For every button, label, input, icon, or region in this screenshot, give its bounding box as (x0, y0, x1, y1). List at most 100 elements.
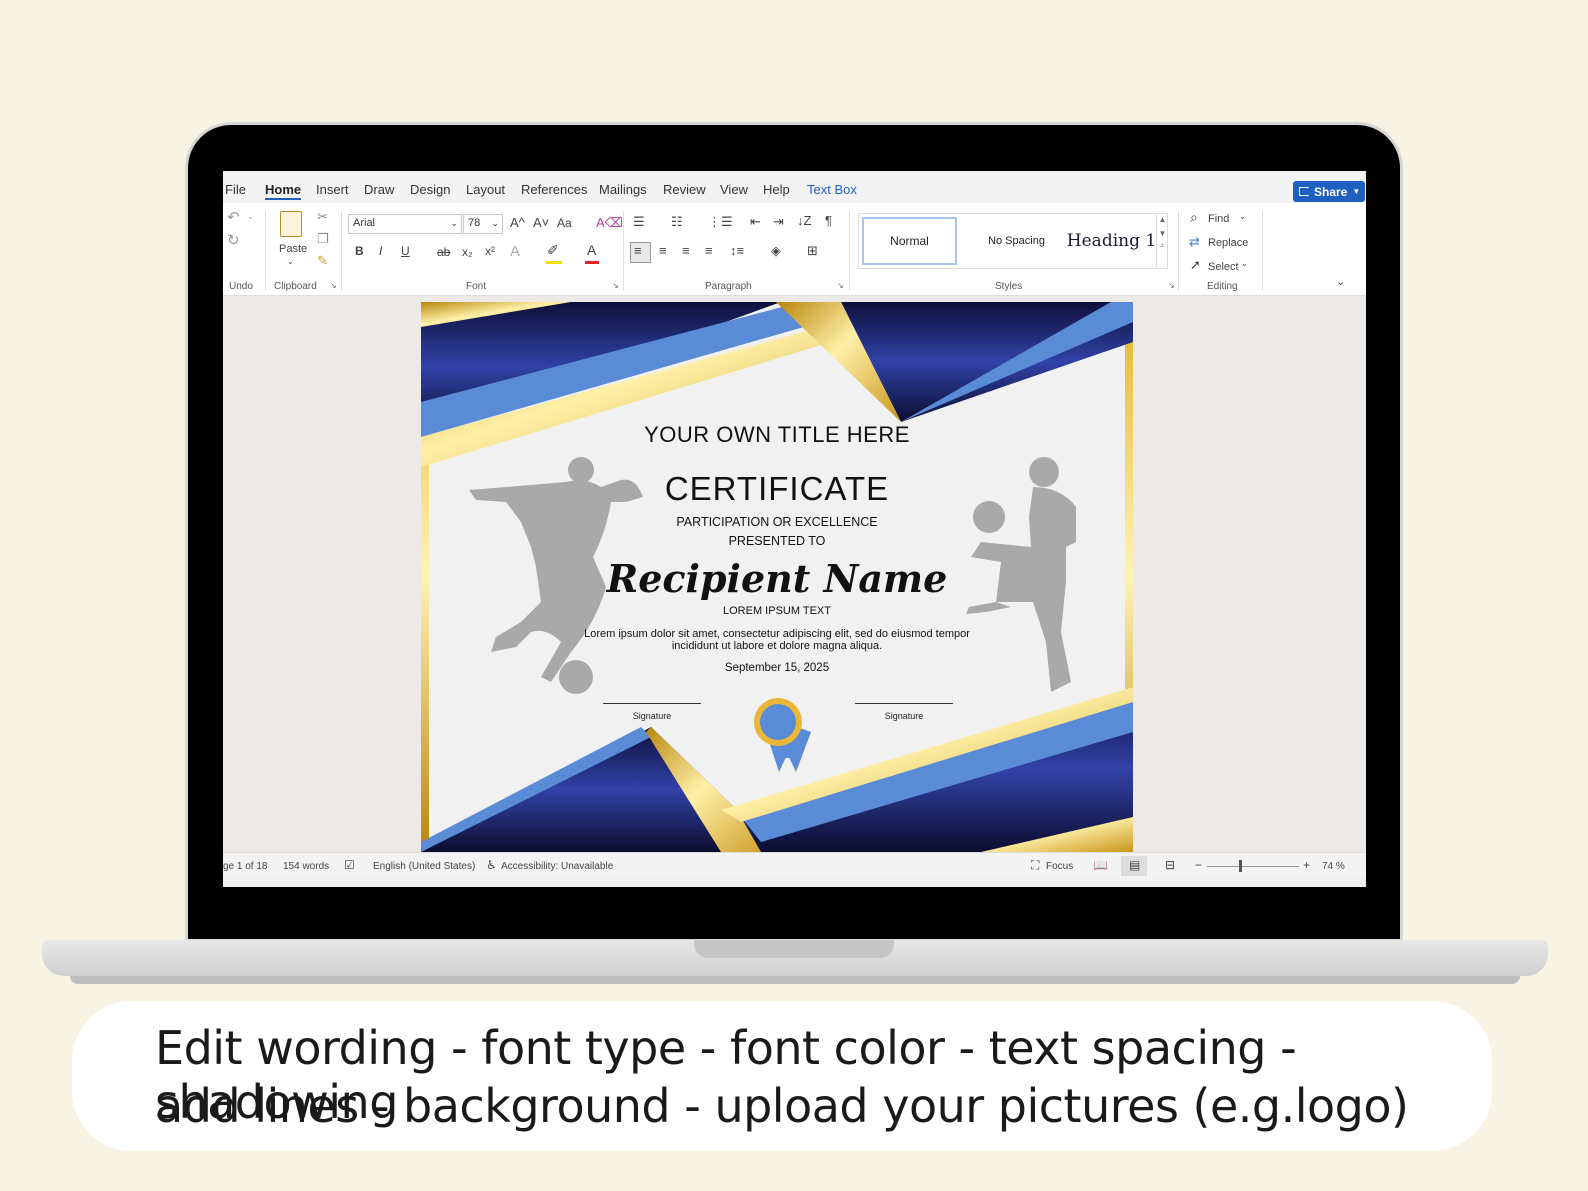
certificate-date[interactable]: September 15, 2025 (421, 662, 1133, 674)
select-icon[interactable]: ➚ (1190, 257, 1201, 273)
dialog-launcher-icon[interactable]: ↘ (612, 281, 619, 290)
bullets-icon[interactable]: ☰ (633, 214, 645, 230)
chevron-down-icon[interactable]: ⌄ (1241, 259, 1248, 268)
borders-icon[interactable]: ⊞ (807, 243, 818, 259)
text-effects-icon[interactable]: A (510, 243, 520, 260)
tab-file[interactable]: File (225, 182, 246, 197)
status-bar: ge 1 of 18 154 words ☑ English (United S… (223, 852, 1366, 878)
divider (623, 211, 624, 291)
tab-references[interactable]: References (521, 182, 587, 197)
proofing-icon[interactable]: ☑ (344, 858, 355, 872)
language-status[interactable]: English (United States) (373, 861, 475, 872)
tab-help[interactable]: Help (763, 182, 790, 197)
superscript-icon[interactable]: x² (485, 244, 495, 258)
tab-home[interactable]: Home (265, 182, 302, 200)
certificate-title[interactable]: YOUR OWN TITLE HERE (421, 422, 1133, 448)
chevron-down-icon[interactable]: ⌄ (1239, 212, 1246, 221)
cut-icon[interactable]: ✂ (317, 209, 328, 225)
copy-icon[interactable]: ❐ (317, 231, 329, 247)
decrease-indent-icon[interactable]: ⇤ (750, 214, 761, 230)
zoom-slider[interactable] (1207, 866, 1299, 867)
tab-view[interactable]: View (720, 182, 748, 197)
subscript-icon[interactable]: x₂ (462, 245, 473, 259)
scroll-up-icon[interactable]: ▲ (1157, 215, 1168, 224)
highlight-icon[interactable]: ✐ (547, 242, 559, 259)
dialog-launcher-icon[interactable]: ↘ (837, 281, 844, 290)
chevron-down-icon[interactable]: ⌄ (247, 212, 254, 221)
paste-button[interactable]: Paste (279, 243, 307, 255)
page-count[interactable]: ge 1 of 18 (223, 861, 267, 872)
chevron-down-icon[interactable]: ⌄ (287, 257, 294, 266)
dialog-launcher-icon[interactable]: ↘ (330, 281, 337, 290)
strikethrough-button[interactable]: ab (437, 245, 450, 259)
more-styles-icon[interactable]: ⩡ (1157, 241, 1168, 251)
tab-layout[interactable]: Layout (466, 182, 505, 197)
scroll-down-icon[interactable]: ▼ (1157, 229, 1168, 238)
certificate-subtitle[interactable]: PARTICIPATION OR EXCELLENCE (421, 515, 1133, 529)
focus-button[interactable]: Focus (1046, 861, 1073, 872)
zoom-slider-thumb[interactable] (1239, 860, 1242, 872)
tab-insert[interactable]: Insert (316, 182, 349, 197)
format-painter-icon[interactable]: ✎ (317, 253, 328, 269)
underline-button[interactable]: U (401, 244, 410, 258)
tab-mailings[interactable]: Mailings (599, 182, 647, 197)
change-case-icon[interactable]: Aa (557, 216, 572, 230)
tab-review[interactable]: Review (663, 182, 706, 197)
tab-text-box[interactable]: Text Box (807, 182, 857, 197)
shrink-font-icon[interactable]: A˅ (533, 215, 549, 230)
increase-indent-icon[interactable]: ⇥ (773, 214, 784, 230)
font-size-select[interactable]: 78 ⌄ (463, 214, 503, 234)
shading-icon[interactable]: ◈ (771, 243, 781, 259)
undo-icon[interactable]: ↶ (227, 208, 240, 226)
print-layout-icon: ▤ (1129, 858, 1141, 872)
font-color-icon[interactable]: A (587, 242, 596, 258)
dialog-launcher-icon[interactable]: ↘ (1168, 281, 1175, 290)
share-icon (1299, 187, 1309, 196)
styles-scroll[interactable]: ▲ ▼ ⩡ (1156, 213, 1168, 269)
divider (849, 211, 850, 291)
recipient-name[interactable]: Recipient Name (421, 556, 1133, 601)
line-spacing-icon[interactable]: ↕≡ (730, 243, 744, 258)
zoom-out-button[interactable]: − (1195, 858, 1202, 872)
align-center-icon[interactable]: ≡ (659, 243, 667, 258)
numbering-icon[interactable]: ☷ (671, 214, 683, 230)
find-button[interactable]: Find (1208, 213, 1229, 225)
bold-button[interactable]: B (355, 244, 364, 258)
accessibility-status[interactable]: Accessibility: Unavailable (501, 861, 613, 872)
style-heading-1[interactable]: Heading 1 (1064, 217, 1159, 265)
lorem-label[interactable]: LOREM IPSUM TEXT (421, 605, 1133, 617)
signature-label-left[interactable]: Signature (603, 711, 701, 721)
laptop-notch (694, 940, 894, 958)
style-normal[interactable]: Normal (862, 217, 957, 265)
zoom-level[interactable]: 74 % (1322, 861, 1345, 872)
style-no-spacing[interactable]: No Spacing (969, 217, 1064, 265)
multilevel-list-icon[interactable]: ⋮☰ (708, 214, 733, 230)
read-mode-icon[interactable]: 📖 (1093, 858, 1108, 872)
share-button[interactable]: Share ▼ (1293, 181, 1365, 202)
justify-icon[interactable]: ≡ (705, 243, 713, 258)
font-name-select[interactable]: Arial ⌄ (348, 214, 462, 234)
find-icon[interactable]: ⌕ (1190, 209, 1198, 226)
clear-formatting-icon[interactable]: A⌫ (596, 215, 623, 231)
sort-icon[interactable]: ↓Z (797, 213, 811, 228)
italic-button[interactable]: I (379, 244, 382, 258)
grow-font-icon[interactable]: A^ (510, 215, 525, 230)
collapse-ribbon-icon[interactable]: ⌄ (1336, 275, 1345, 288)
zoom-in-button[interactable]: + (1303, 858, 1310, 872)
redo-icon[interactable]: ↻ (227, 231, 240, 249)
word-count[interactable]: 154 words (283, 861, 329, 872)
web-layout-icon[interactable]: ⊟ (1165, 858, 1175, 872)
align-right-icon[interactable]: ≡ (682, 243, 690, 258)
signature-label-right[interactable]: Signature (855, 711, 953, 721)
select-button[interactable]: Select (1208, 261, 1239, 273)
certificate-heading[interactable]: CERTIFICATE (421, 470, 1133, 508)
certificate-body[interactable]: Lorem ipsum dolor sit amet, consectetur … (421, 628, 1133, 652)
replace-icon[interactable]: ⇄ (1189, 234, 1200, 250)
tab-draw[interactable]: Draw (364, 182, 394, 197)
tab-design[interactable]: Design (410, 182, 450, 197)
presented-to[interactable]: PRESENTED TO (421, 534, 1133, 548)
show-formatting-icon[interactable]: ¶ (825, 213, 832, 228)
replace-button[interactable]: Replace (1208, 237, 1248, 249)
certificate-page[interactable]: YOUR OWN TITLE HERE CERTIFICATE PARTICIP… (421, 302, 1133, 852)
paste-icon[interactable] (280, 211, 302, 237)
